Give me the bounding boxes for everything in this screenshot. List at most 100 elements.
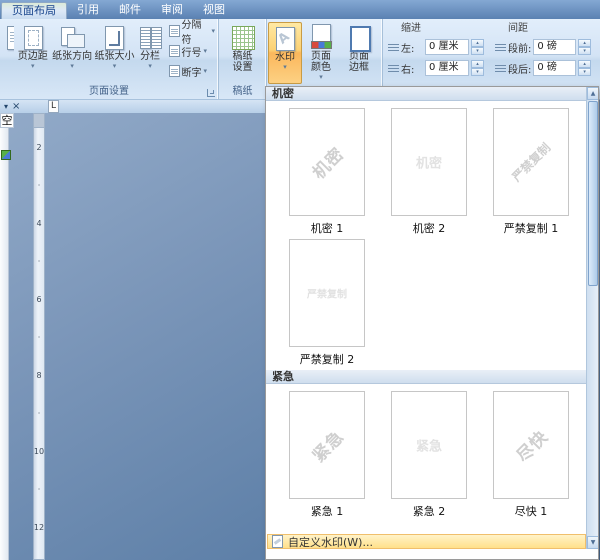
spacing-before-input[interactable]: 0 磅	[533, 39, 576, 55]
spacing-before-stepper[interactable]: ▴▾	[578, 39, 591, 55]
indent-right-stepper[interactable]: ▴▾	[471, 60, 484, 76]
ruler-mark: 2	[34, 128, 44, 166]
text-direction-icon	[1, 24, 14, 51]
pane-dropdown-icon[interactable]: ▾	[4, 101, 8, 112]
spacing-after-stepper[interactable]: ▴▾	[578, 60, 591, 76]
ruler-mark: 12	[34, 508, 44, 546]
gallery-section-items: 机密机密 1机密机密 2严禁复制严禁复制 1严禁复制严禁复制 2	[266, 101, 586, 370]
watermark-option-紧急 1[interactable]: 紧急紧急 1	[276, 389, 378, 520]
watermark-option-严禁复制 2[interactable]: 严禁复制严禁复制 2	[276, 237, 378, 368]
indent-right-input[interactable]: 0 厘米	[425, 60, 469, 76]
spacing-before-row: 段前: 0 磅 ▴▾	[495, 38, 591, 56]
breaks-button[interactable]: 分隔符 ▾	[167, 22, 218, 40]
spacing-after-input[interactable]: 0 磅	[533, 60, 576, 76]
tab-引用[interactable]: 引用	[67, 2, 109, 19]
breaks-icon	[169, 25, 180, 37]
word-window: 页面布局引用邮件审阅视图 页边距 ▾ 纸张方向 ▾ 纸张大小 ▾	[0, 0, 600, 560]
ruler-mark: ·	[34, 242, 44, 280]
gallery-scrollbar[interactable]: ▲ ▼	[586, 87, 598, 549]
watermark-option-尽快 1[interactable]: 尽快尽快 1	[480, 389, 582, 520]
pane-header: ▾ ×	[0, 100, 265, 113]
spacing-before-icon	[495, 43, 506, 52]
watermark-preview: 严禁复制	[493, 108, 569, 216]
watermark-preview: 机密	[391, 108, 467, 216]
group-page-setup: 页边距 ▾ 纸张方向 ▾ 纸张大小 ▾ 分栏 ▾ 分隔符	[0, 19, 218, 99]
watermark-icon	[272, 25, 298, 52]
gallery-section-items: 紧急紧急 1紧急紧急 2尽快尽快 1	[266, 384, 586, 522]
page-borders-icon	[346, 24, 372, 51]
tab-邮件[interactable]: 邮件	[109, 2, 151, 19]
watermark-option-label: 严禁复制 2	[300, 351, 355, 367]
custom-watermark-menu-item[interactable]: 自定义水印(W)...	[267, 534, 586, 549]
grid-paper-icon	[230, 24, 256, 51]
line-numbers-icon	[169, 45, 180, 57]
ruler-mark: ·	[34, 470, 44, 508]
watermark-option-label: 尽快 1	[515, 503, 548, 519]
spacing-after-row: 段后: 0 磅 ▴▾	[495, 59, 591, 77]
gallery-section-header: 机密	[266, 87, 586, 101]
pane-close-icon[interactable]: ×	[12, 101, 20, 112]
watermark-option-机密 1[interactable]: 机密机密 1	[276, 106, 378, 237]
dialog-launcher-icon[interactable]	[207, 89, 215, 97]
vertical-ruler: 2·4·6·8·10·12	[33, 113, 45, 560]
chevron-down-icon: ▾	[211, 27, 215, 35]
ruler-mark: ·	[34, 394, 44, 432]
chevron-down-icon: ▾	[319, 74, 323, 81]
ruler-mark: ·	[34, 166, 44, 204]
margins-button[interactable]: 页边距 ▾	[14, 22, 51, 84]
watermark-preview-text: 机密	[416, 153, 442, 172]
orientation-button[interactable]: 纸张方向 ▾	[51, 22, 93, 84]
watermark-gallery: 机密机密机密 1机密机密 2严禁复制严禁复制 1严禁复制严禁复制 2紧急紧急紧急…	[266, 87, 586, 522]
scroll-up-icon[interactable]: ▲	[587, 87, 599, 100]
paper-size-icon	[101, 24, 127, 51]
watermark-preview-text: 严禁复制	[307, 286, 347, 301]
group-paper: 稿纸 设置 稿纸	[218, 19, 266, 99]
indent-left-input[interactable]: 0 厘米	[425, 39, 469, 55]
chevron-down-icon: ▾	[31, 63, 35, 70]
ruler-mark: 10	[34, 432, 44, 470]
scrollbar-thumb[interactable]	[588, 101, 598, 286]
chevron-down-icon: ▾	[204, 47, 208, 55]
ruler-mark: 4	[34, 204, 44, 242]
watermark-option-紧急 2[interactable]: 紧急紧急 2	[378, 389, 480, 520]
hyphenation-icon	[169, 65, 180, 77]
orientation-icon	[59, 24, 85, 51]
hyphenation-button[interactable]: 断字 ▾	[167, 62, 218, 80]
watermark-option-label: 机密 1	[311, 220, 344, 236]
tab-页面布局[interactable]: 页面布局	[1, 2, 67, 19]
watermark-preview-text: 严禁复制	[508, 139, 554, 185]
grid-paper-settings-button[interactable]: 稿纸 设置	[221, 22, 265, 84]
ruler-margin-cap	[34, 114, 44, 128]
watermark-gallery-dropdown: 机密机密机密 1机密机密 2严禁复制严禁复制 1严禁复制严禁复制 2紧急紧急紧急…	[265, 86, 599, 560]
watermark-button[interactable]: 水印 ▾	[268, 22, 302, 84]
watermark-option-机密 2[interactable]: 机密机密 2	[378, 106, 480, 237]
watermark-preview: 尽快	[493, 391, 569, 499]
text-direction-button[interactable]	[1, 22, 14, 84]
columns-button[interactable]: 分栏 ▾	[136, 22, 165, 84]
indent-left-stepper[interactable]: ▴▾	[471, 39, 484, 55]
scroll-down-icon[interactable]: ▼	[587, 536, 599, 549]
spacing-after-icon	[495, 64, 506, 73]
style-area-label: 空	[0, 113, 14, 128]
indent-right-row: 右: 0 厘米 ▴▾	[388, 59, 484, 77]
chevron-down-icon: ▾	[148, 63, 152, 70]
watermark-preview-text: 尽快	[509, 423, 552, 466]
indent-left-icon	[388, 43, 399, 52]
paper-size-button[interactable]: 纸张大小 ▾	[93, 22, 135, 84]
ruler-mark: 6	[34, 280, 44, 318]
page-color-button[interactable]: 页面 颜色 ▾	[302, 22, 340, 84]
tab-selector-button[interactable]: L	[48, 100, 59, 113]
ruler-mark: 8	[34, 356, 44, 394]
watermark-preview-text: 紧急	[416, 436, 442, 455]
input-method-icon	[1, 150, 11, 160]
page-borders-button[interactable]: 页面 边框	[340, 22, 378, 84]
watermark-preview-text: 机密	[305, 140, 348, 183]
indent-right-icon	[388, 64, 399, 73]
watermark-option-严禁复制 1[interactable]: 严禁复制严禁复制 1	[480, 106, 582, 237]
watermark-preview-text: 紧急	[305, 423, 348, 466]
custom-watermark-icon	[272, 535, 283, 548]
chevron-down-icon: ▾	[204, 67, 208, 75]
line-numbers-button[interactable]: 行号 ▾	[167, 42, 218, 60]
chevron-down-icon: ▾	[283, 64, 287, 71]
watermark-option-label: 机密 2	[413, 220, 446, 236]
